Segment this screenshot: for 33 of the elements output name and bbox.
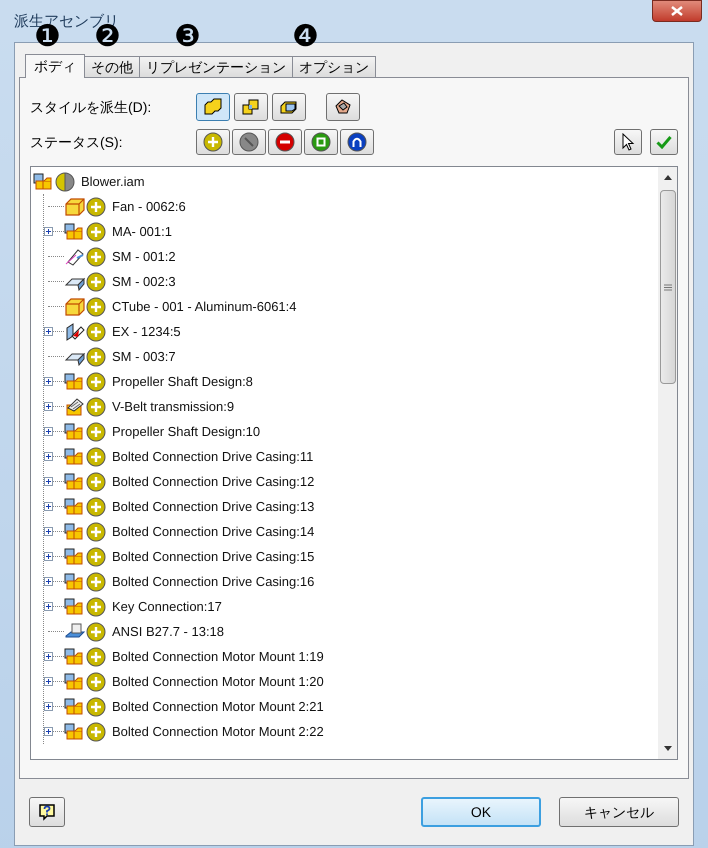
tree-item[interactable]: MA- 001:1 [112, 222, 172, 242]
tree-item[interactable]: Bolted Connection Motor Mount 2:22 [112, 722, 324, 742]
callout-number: ❹ [292, 22, 319, 52]
tree-item[interactable]: Fan - 0062:6 [112, 196, 186, 216]
tree-item[interactable]: Bolted Connection Drive Casing:16 [112, 572, 314, 592]
tree-item[interactable]: Bolted Connection Drive Casing:13 [112, 496, 314, 516]
tree-item[interactable]: SM - 003:7 [112, 346, 176, 366]
tree-item[interactable]: Bolted Connection Drive Casing:15 [112, 546, 314, 566]
tree-item[interactable]: Bolted Connection Drive Casing:12 [112, 472, 314, 492]
tree-item[interactable]: SM - 002:3 [112, 272, 176, 292]
tree-item[interactable]: Bolted Connection Motor Mount 1:20 [112, 672, 324, 692]
tab[interactable]: オプション [292, 56, 376, 77]
tab[interactable]: その他 [84, 56, 140, 77]
tree-item[interactable]: ANSI B27.7 - 13:18 [112, 622, 224, 642]
style-label: スタイルを派生(D): [30, 98, 152, 117]
cancel-button[interactable]: キャンセル [559, 797, 679, 827]
tree-item[interactable]: SM - 001:2 [112, 246, 176, 266]
tree-item[interactable]: Bolted Connection Motor Mount 2:21 [112, 696, 324, 716]
tree-item[interactable]: CTube - 001 - Aluminum-6061:4 [112, 296, 297, 316]
tree-item[interactable]: Propeller Shaft Design:10 [112, 422, 260, 442]
tab[interactable]: リプレゼンテーション [139, 56, 293, 77]
tree-item[interactable]: Bolted Connection Drive Casing:14 [112, 522, 314, 542]
status-label: ステータス(S): [30, 132, 124, 152]
callout-number: ❸ [174, 22, 201, 52]
tree-item[interactable]: V-Belt transmission:9 [112, 396, 234, 416]
tree-item[interactable]: Bolted Connection Motor Mount 1:19 [112, 646, 324, 666]
ok-button[interactable]: OK [421, 797, 541, 827]
tree-item[interactable]: Blower.iam [81, 172, 145, 192]
tree-item[interactable]: Key Connection:17 [112, 596, 222, 616]
tab[interactable]: ボディ [25, 54, 85, 78]
tree-item[interactable]: Bolted Connection Drive Casing:11 [112, 446, 314, 466]
tree-item[interactable]: EX - 1234:5 [112, 322, 181, 342]
tree-item[interactable]: Propeller Shaft Design:8 [112, 372, 253, 392]
